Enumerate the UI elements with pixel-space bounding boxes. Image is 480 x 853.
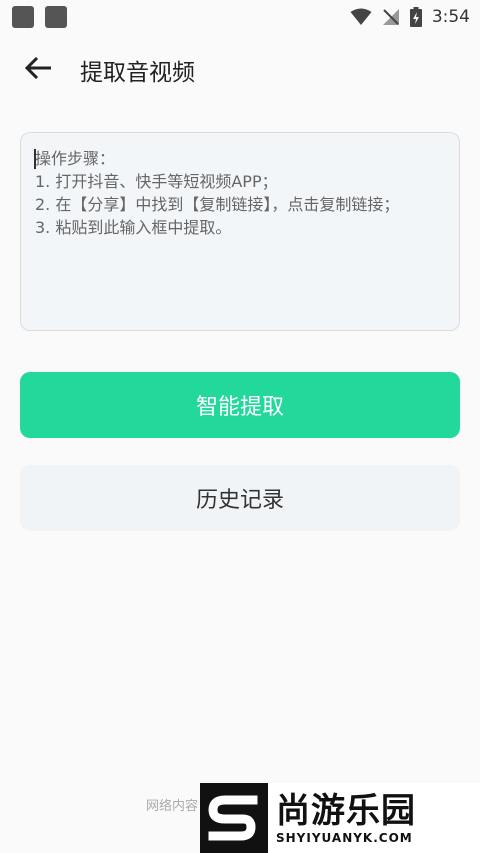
clock: 3:54: [431, 6, 470, 27]
status-right: 3:54: [350, 6, 470, 27]
no-signal-icon: [382, 8, 400, 26]
arrow-left-icon: [24, 56, 53, 83]
text-caret: [34, 149, 36, 169]
back-button[interactable]: [14, 45, 64, 95]
watermark-text: 尚游乐园 SHYIYUANYK.COM: [268, 791, 416, 845]
app-bar: 提取音视频: [0, 40, 480, 100]
link-input-placeholder: 操作步骤： 1. 打开抖音、快手等短视频APP； 2. 在【分享】中找到【复制链…: [35, 149, 400, 237]
footer-note: 网络内容: [146, 799, 199, 814]
watermark-logo-icon: [200, 783, 268, 853]
watermark-brand-cn: 尚游乐园: [276, 791, 416, 831]
notification-square-icon: [12, 5, 34, 28]
notification-square-icon: [45, 5, 67, 28]
link-input[interactable]: 操作步骤： 1. 打开抖音、快手等短视频APP； 2. 在【分享】中找到【复制链…: [20, 132, 460, 331]
watermark: 尚游乐园 SHYIYUANYK.COM: [200, 783, 480, 853]
wifi-icon: [350, 8, 372, 26]
battery-charging-icon: [409, 6, 422, 27]
watermark-brand-en: SHYIYUANYK.COM: [276, 831, 413, 845]
status-bar: 3:54: [0, 0, 480, 33]
status-left: [12, 5, 67, 28]
history-button[interactable]: 历史记录: [20, 465, 460, 531]
page-title: 提取音视频: [80, 60, 195, 86]
smart-extract-button[interactable]: 智能提取: [20, 372, 460, 438]
